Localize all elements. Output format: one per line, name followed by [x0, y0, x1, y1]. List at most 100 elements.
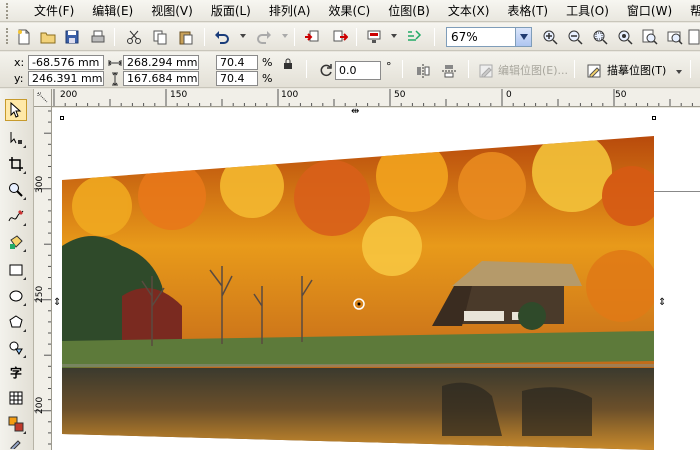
- zoom-dropdown-icon[interactable]: [515, 28, 531, 46]
- application-launcher-icon[interactable]: [364, 27, 384, 47]
- edit-bitmap-icon: [478, 62, 494, 80]
- zoom-in-icon[interactable]: [540, 27, 560, 47]
- smart-fill-tool-icon[interactable]: [5, 231, 27, 253]
- undo-icon[interactable]: [212, 27, 232, 47]
- width-icon: [108, 55, 122, 70]
- menu-bitmaps[interactable]: 位图(B): [379, 1, 439, 21]
- skew-handle-left-icon[interactable]: ⇕: [53, 298, 61, 308]
- x-position-label: x:: [14, 56, 25, 69]
- redo-dropdown-icon[interactable]: [282, 34, 288, 38]
- y-position-label: y:: [14, 72, 24, 85]
- trace-bitmap-button[interactable]: 描摹位图(T): [607, 62, 666, 80]
- zoom-level-combo[interactable]: 67%: [446, 27, 532, 47]
- menu-effects[interactable]: 效果(C): [319, 1, 379, 21]
- scale-x-percent-label: %: [262, 56, 273, 69]
- menu-text[interactable]: 文本(X): [439, 1, 499, 21]
- ruler-h-label: 150: [170, 90, 188, 100]
- redo-icon[interactable]: [254, 27, 274, 47]
- mirror-vertical-icon[interactable]: [440, 62, 458, 80]
- ellipse-tool-icon[interactable]: [5, 285, 27, 307]
- property-bar: x: y: -68.576 mm 246.391 mm 268.294 mm 1…: [0, 52, 700, 88]
- vertical-ruler[interactable]: 300 250 200: [34, 107, 52, 450]
- zoom-tool-icon[interactable]: [5, 179, 27, 201]
- autumn-landscape-bitmap[interactable]: [62, 136, 654, 450]
- shape-tool-icon[interactable]: [5, 127, 27, 149]
- height-field[interactable]: 167.684 mm: [123, 71, 199, 86]
- rotation-angle-field[interactable]: 0.0: [335, 61, 381, 80]
- lock-ratio-icon[interactable]: [281, 57, 295, 71]
- menu-bar: 文件(F) 编辑(E) 视图(V) 版面(L) 排列(A) 效果(C) 位图(B…: [0, 0, 700, 22]
- selection-handle-top-right[interactable]: [652, 116, 656, 120]
- cut-icon[interactable]: [124, 27, 144, 47]
- rotate-icon: [318, 62, 334, 78]
- crop-tool-icon[interactable]: [5, 153, 27, 175]
- menu-edit[interactable]: 编辑(E): [83, 1, 142, 21]
- copy-icon[interactable]: [150, 27, 170, 47]
- menu-view[interactable]: 视图(V): [142, 1, 202, 21]
- menu-table[interactable]: 表格(T): [498, 1, 557, 21]
- ruler-v-label: 300: [35, 175, 45, 193]
- ruler-origin[interactable]: [34, 89, 52, 107]
- pick-tool-icon[interactable]: [5, 99, 27, 121]
- toolbox: 字: [0, 89, 34, 450]
- page-border: [654, 191, 700, 192]
- polygon-tool-icon[interactable]: [5, 311, 27, 333]
- new-document-icon[interactable]: [14, 27, 34, 47]
- menu-arrange[interactable]: 排列(A): [260, 1, 320, 21]
- zoom-page-icon[interactable]: [640, 27, 660, 47]
- launcher-dropdown-icon[interactable]: [391, 34, 397, 38]
- scale-y-field[interactable]: 70.4: [216, 71, 258, 86]
- zoom-page-width-icon[interactable]: [665, 27, 685, 47]
- edit-bitmap-button[interactable]: 编辑位图(E)...: [498, 62, 568, 80]
- menu-tools[interactable]: 工具(O): [557, 1, 618, 21]
- ruler-h-label: 100: [281, 90, 299, 100]
- print-icon[interactable]: [88, 27, 108, 47]
- horizontal-ruler-ticks: [53, 89, 693, 106]
- horizontal-ruler[interactable]: 200 150 100 50 0 50: [52, 89, 700, 107]
- degree-symbol: °: [386, 60, 392, 73]
- zoom-page-height-icon[interactable]: [688, 27, 700, 47]
- ruler-h-label: 50: [615, 90, 627, 100]
- export-icon[interactable]: [330, 27, 350, 47]
- menu-help[interactable]: 帮助: [681, 1, 700, 21]
- open-folder-icon[interactable]: [38, 27, 58, 47]
- drawing-canvas[interactable]: ⇹ ⇕ ⇕: [52, 108, 700, 450]
- import-icon[interactable]: [302, 27, 322, 47]
- zoom-selected-icon[interactable]: [590, 27, 610, 47]
- ruler-h-label: 0: [506, 90, 512, 100]
- zoom-out-icon[interactable]: [565, 27, 585, 47]
- rectangle-tool-icon[interactable]: [5, 259, 27, 281]
- scale-x-field[interactable]: 70.4: [216, 55, 258, 70]
- undo-dropdown-icon[interactable]: [240, 34, 246, 38]
- menu-file[interactable]: 文件(F): [16, 1, 83, 21]
- text-tool-label: 字: [9, 365, 22, 380]
- ruler-h-label: 50: [394, 90, 406, 100]
- zoom-level-value: 67%: [451, 30, 478, 44]
- menu-window[interactable]: 窗口(W): [618, 1, 681, 21]
- save-icon[interactable]: [62, 27, 82, 47]
- eyedropper-tool-icon[interactable]: [5, 435, 27, 449]
- table-tool-icon[interactable]: [5, 387, 27, 409]
- welcome-screen-icon[interactable]: [404, 27, 424, 47]
- zoom-all-objects-icon[interactable]: [615, 27, 635, 47]
- menu-grip[interactable]: [6, 2, 8, 19]
- ruler-v-label: 200: [35, 396, 45, 414]
- skew-handle-top-icon[interactable]: ⇹: [351, 108, 359, 117]
- basic-shapes-tool-icon[interactable]: [5, 337, 27, 359]
- selection-handle-top-left[interactable]: [60, 116, 64, 120]
- skew-handle-right-icon[interactable]: ⇕: [658, 298, 666, 308]
- paste-icon[interactable]: [176, 27, 196, 47]
- width-field[interactable]: 268.294 mm: [123, 55, 199, 70]
- mirror-horizontal-icon[interactable]: [414, 62, 432, 80]
- text-tool-icon[interactable]: 字: [5, 361, 27, 383]
- toolbar-grip[interactable]: [6, 28, 10, 44]
- scale-y-percent-label: %: [262, 72, 273, 85]
- menu-layout[interactable]: 版面(L): [202, 1, 260, 21]
- trace-bitmap-dropdown-icon[interactable]: [676, 70, 682, 74]
- trace-bitmap-icon: [586, 62, 602, 80]
- y-position-field[interactable]: 246.391 mm: [28, 71, 104, 86]
- freehand-tool-icon[interactable]: [5, 205, 27, 227]
- x-position-field[interactable]: -68.576 mm: [28, 55, 104, 70]
- standard-toolbar: 67%: [0, 23, 700, 51]
- interactive-blend-tool-icon[interactable]: [5, 413, 27, 435]
